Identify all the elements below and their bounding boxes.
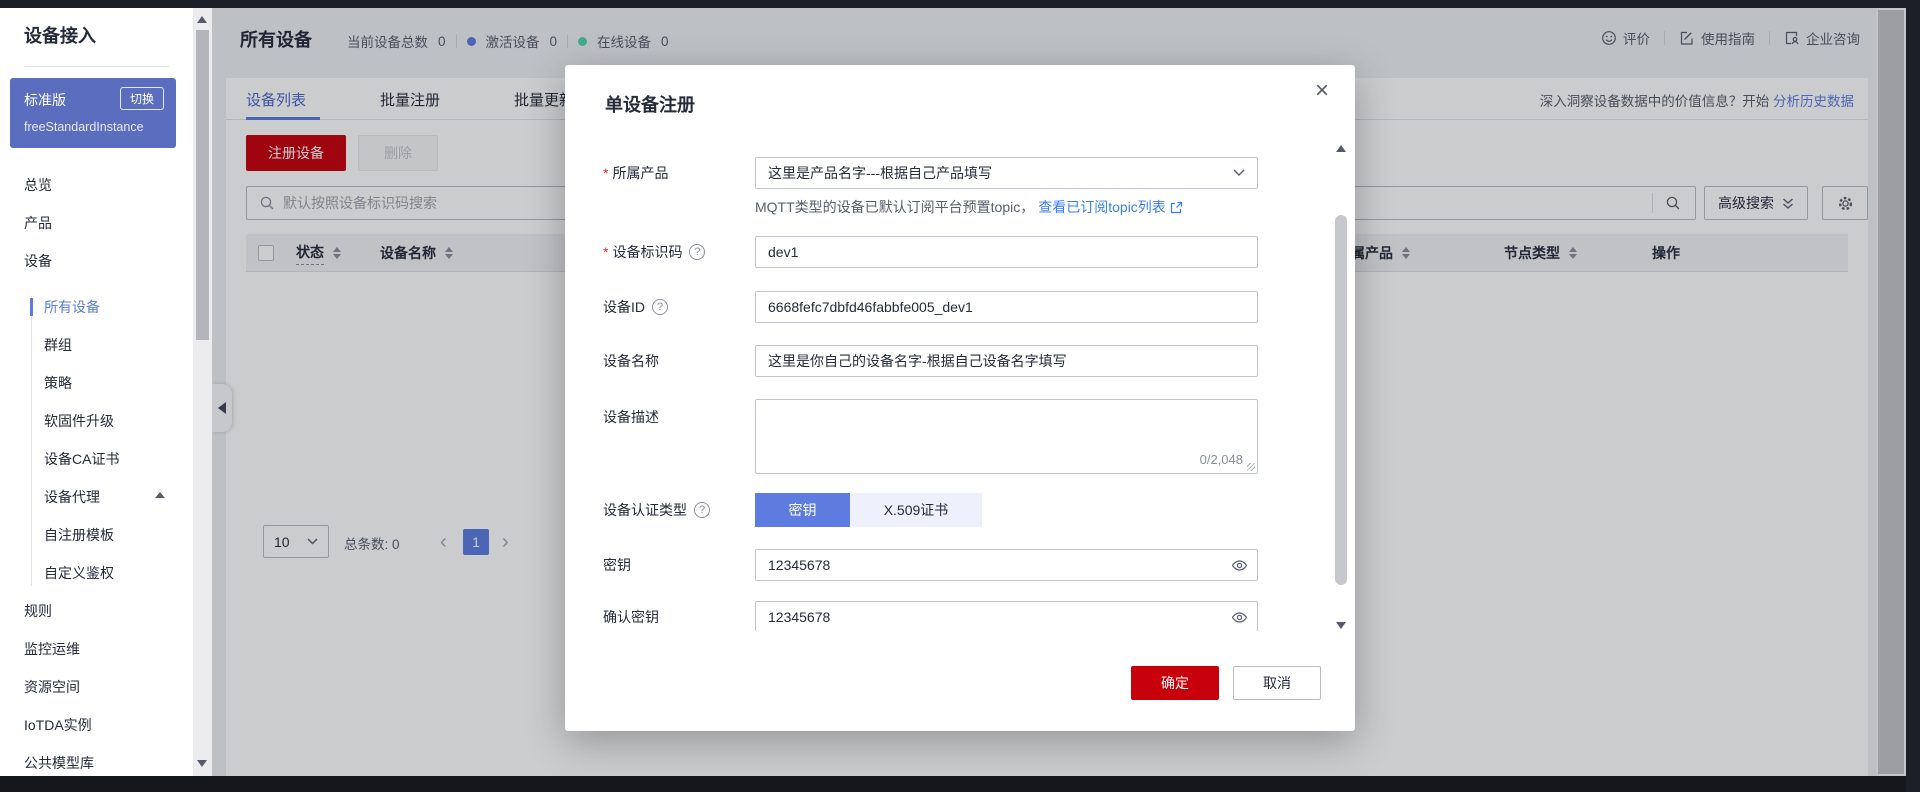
help-icon[interactable]: ? [652, 299, 668, 315]
scroll-down-icon[interactable] [1336, 622, 1346, 629]
confirm-secret-label: 确认密钥 [603, 609, 659, 625]
form-row-device-id: 设备ID ? [565, 291, 1325, 323]
secret-input[interactable] [755, 549, 1258, 581]
modal-scrollbar[interactable] [1333, 143, 1349, 631]
auth-secret-option[interactable]: 密钥 [755, 493, 850, 527]
sidebar-item-product[interactable]: 产品 [0, 204, 193, 242]
window-right-edge [1906, 0, 1920, 792]
external-link-icon [1170, 201, 1182, 213]
chevron-down-icon [1233, 169, 1245, 176]
product-label: 所属产品 [612, 165, 669, 181]
product-select[interactable]: 这里是产品名字---根据自己产品填写 [755, 157, 1258, 189]
sidebar-item-custom-auth[interactable]: 自定义鉴权 [0, 554, 193, 592]
close-icon[interactable]: × [1315, 79, 1329, 103]
sidebar-item-device-ca[interactable]: 设备CA证书 [0, 440, 193, 478]
char-counter: 0/2,048 [1199, 452, 1243, 467]
window-bottom-edge [0, 776, 1920, 792]
instance-card: 标准版 切换 freeStandardInstance [10, 78, 176, 148]
sidebar: 设备接入 标准版 切换 freeStandardInstance 总览 产品 设… [0, 8, 193, 776]
sidebar-item-resource-space[interactable]: 资源空间 [0, 668, 193, 706]
form-row-node-id: * 设备标识码 ? [565, 236, 1325, 268]
confirm-secret-input[interactable] [755, 601, 1258, 631]
sidebar-scrollbar[interactable] [193, 8, 212, 776]
device-id-label: 设备ID [603, 299, 645, 315]
resize-handle-icon[interactable] [1247, 463, 1255, 471]
single-device-register-modal: 单设备注册 × * 所属产品 这里是产品名字---根据自己产品填写 MQTT类型… [565, 65, 1355, 731]
sidebar-item-monitor[interactable]: 监控运维 [0, 630, 193, 668]
sidebar-scrollbar-thumb[interactable] [196, 30, 209, 340]
page-scrollbar[interactable] [1876, 8, 1906, 776]
form-row-product: * 所属产品 这里是产品名字---根据自己产品填写 [565, 157, 1325, 189]
device-id-input[interactable] [755, 291, 1258, 323]
sidebar-item-all-devices[interactable]: 所有设备 [0, 288, 193, 326]
iot-console-page: 设备接入 标准版 切换 freeStandardInstance 总览 产品 设… [0, 0, 1920, 792]
auth-type-toggle: 密钥 X.509证书 [755, 493, 1258, 527]
device-name-input[interactable] [755, 345, 1258, 377]
confirm-button[interactable]: 确定 [1131, 666, 1219, 700]
eye-icon[interactable] [1231, 609, 1248, 626]
form-row-device-name: 设备名称 [565, 345, 1325, 377]
mqtt-hint: MQTT类型的设备已默认订阅平台预置topic， 查看已订阅topic列表 [755, 197, 1183, 217]
form-row-description: 设备描述 0/2,048 [565, 399, 1325, 474]
window-top-edge [0, 0, 1920, 8]
form-row-confirm-secret: 确认密钥 [565, 601, 1325, 631]
description-textarea[interactable]: 0/2,048 [755, 399, 1258, 474]
switch-instance-button[interactable]: 切换 [119, 87, 164, 110]
required-asterisk: * [603, 165, 609, 181]
required-asterisk: * [603, 244, 609, 260]
sidebar-item-self-register-template[interactable]: 自注册模板 [0, 516, 193, 554]
form-row-secret: 密钥 [565, 549, 1325, 581]
sidebar-item-overview[interactable]: 总览 [0, 166, 193, 204]
device-name-label: 设备名称 [603, 353, 659, 369]
help-icon[interactable]: ? [694, 502, 710, 518]
instance-name: freeStandardInstance [24, 120, 144, 134]
modal-scrollbar-thumb[interactable] [1335, 215, 1347, 585]
sidebar-item-policies[interactable]: 策略 [0, 364, 193, 402]
help-icon[interactable]: ? [689, 244, 706, 260]
node-id-input[interactable] [755, 236, 1258, 268]
description-label: 设备描述 [603, 409, 659, 425]
sidebar-item-device[interactable]: 设备 [0, 242, 193, 498]
scroll-down-icon[interactable] [197, 760, 207, 767]
auth-type-label: 设备认证类型 [603, 502, 687, 518]
cancel-button[interactable]: 取消 [1233, 666, 1321, 700]
modal-title: 单设备注册 [605, 95, 695, 115]
sidebar-item-rules[interactable]: 规则 [0, 592, 193, 630]
scroll-up-icon[interactable] [197, 16, 207, 23]
sidebar-title: 设备接入 [24, 26, 96, 46]
topic-list-link[interactable]: 查看已订阅topic列表 [1038, 197, 1183, 217]
sidebar-item-iotda-instances[interactable]: IoTDA实例 [0, 706, 193, 744]
form-row-auth-type: 设备认证类型 ? 密钥 X.509证书 [565, 493, 1325, 527]
secret-label: 密钥 [603, 557, 631, 573]
modal-footer: 确定 取消 [565, 666, 1355, 700]
sidebar-item-groups[interactable]: 群组 [0, 326, 193, 364]
page-scrollbar-thumb[interactable] [1878, 10, 1904, 774]
divider [24, 66, 169, 67]
eye-icon[interactable] [1231, 557, 1248, 574]
sidebar-item-ota-upgrade[interactable]: 软固件升级 [0, 402, 193, 440]
node-id-label: 设备标识码 [612, 244, 683, 260]
modal-form: * 所属产品 这里是产品名字---根据自己产品填写 MQTT类型的设备已默认订阅… [565, 140, 1325, 631]
instance-edition: 标准版 [24, 92, 66, 108]
scroll-up-icon[interactable] [1336, 145, 1346, 152]
auth-cert-option[interactable]: X.509证书 [850, 493, 982, 527]
sidebar-item-device-proxy[interactable]: 设备代理 [0, 478, 193, 516]
